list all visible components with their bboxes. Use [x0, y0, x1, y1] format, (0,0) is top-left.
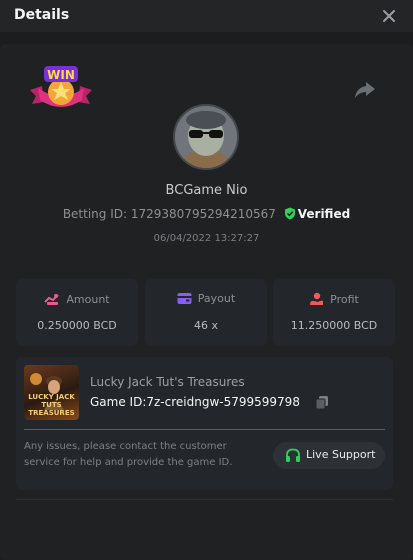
- stat-profit: Profit 11.250000 BCD: [273, 279, 395, 346]
- verified-badge: Verified: [284, 207, 350, 221]
- player-name: BCGame Nio: [165, 183, 248, 198]
- betting-id-label: Betting ID:: [62, 207, 128, 221]
- game-thumbnail-title: LUCKY JACK TUTS TREASURES: [28, 393, 75, 417]
- footer-divider: [16, 499, 393, 500]
- game-id-label: Game ID:: [90, 395, 147, 409]
- verified-label: Verified: [297, 207, 351, 221]
- betting-id-value: 1729380795294210567: [130, 207, 276, 221]
- win-badge-text: WIN: [47, 68, 75, 82]
- close-icon[interactable]: [381, 8, 397, 24]
- payout-icon: [177, 293, 192, 304]
- stat-payout-value: 46 x: [193, 319, 218, 332]
- avatar: [173, 104, 239, 170]
- stat-payout-label: Payout: [197, 292, 236, 305]
- betting-id-row: Betting ID: 1729380795294210567 Verified: [0, 207, 413, 221]
- share-icon[interactable]: [354, 80, 376, 100]
- game-id-value: 7z-creidngw-5799599798: [146, 395, 300, 409]
- stat-amount: Amount 0.250000 BCD: [16, 279, 138, 346]
- page-title: Details: [14, 7, 70, 23]
- game-id-row: Game ID:7z-creidngw-5799599798: [90, 395, 300, 409]
- copy-icon[interactable]: [315, 395, 329, 410]
- stat-payout: Payout 46 x: [145, 279, 267, 346]
- game-thumbnail[interactable]: LUCKY JACK TUTS TREASURES: [24, 365, 79, 420]
- user-avatar-icon: [175, 106, 237, 168]
- live-support-label: Live Support: [306, 448, 376, 461]
- support-notice: Any issues, please contact the customer …: [24, 441, 233, 468]
- game-card: LUCKY JACK TUTS TREASURES Lucky Jack Tut…: [16, 357, 393, 490]
- amount-icon: [44, 294, 60, 305]
- live-support-button[interactable]: Live Support: [273, 442, 385, 469]
- stat-profit-label: Profit: [330, 293, 359, 306]
- headset-icon: [286, 448, 300, 462]
- details-header: Details: [0, 0, 413, 32]
- win-badge-icon: WIN: [30, 66, 92, 107]
- profit-icon: [310, 292, 324, 305]
- game-name: Lucky Jack Tut's Treasures: [90, 375, 245, 389]
- stat-profit-value: 11.250000 BCD: [290, 319, 378, 332]
- divider: [24, 429, 385, 430]
- bet-datetime: 06/04/2022 13:27:27: [153, 233, 260, 244]
- stat-amount-label: Amount: [66, 293, 110, 306]
- stat-amount-value: 0.250000 BCD: [37, 319, 117, 332]
- verified-shield-icon: [284, 207, 295, 220]
